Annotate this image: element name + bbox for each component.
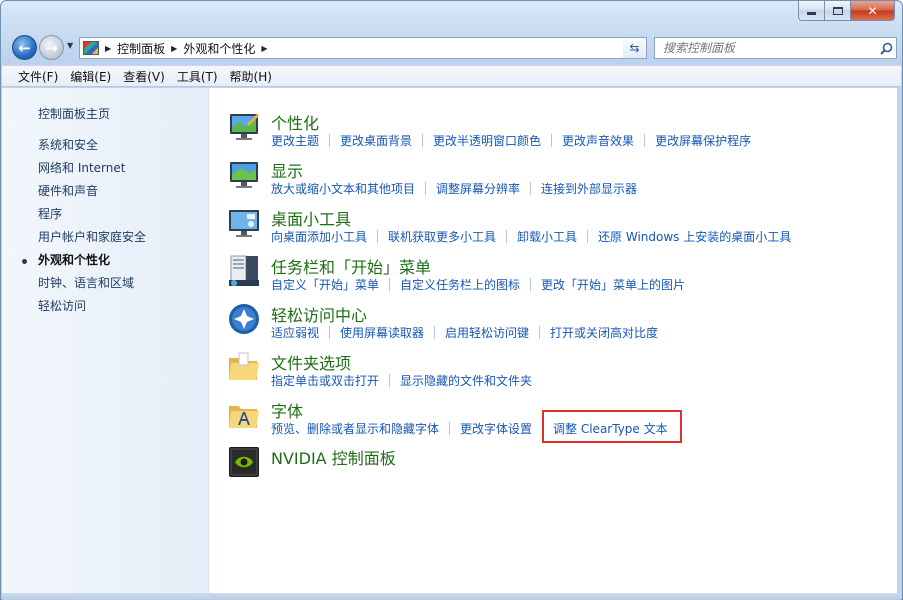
link-text-size[interactable]: 放大或缩小文本和其他项目 [271,180,415,197]
breadcrumb-arrow-icon[interactable]: ▶ [105,44,111,53]
folder-icon[interactable] [227,350,261,384]
search-box [654,37,897,59]
minimize-icon [807,12,816,15]
menu-file[interactable]: 文件(F) [12,68,64,85]
link-font-settings[interactable]: 更改字体设置 [460,420,532,437]
menu-edit[interactable]: 编辑(E) [64,68,117,85]
menu-tools[interactable]: 工具(T) [171,68,224,85]
category-links: 向桌面添加小工具 联机获取更多小工具 卸载小工具 还原 Windows 上安装的… [271,228,791,245]
category-title[interactable]: 任务栏和「开始」菜单 [271,254,431,278]
back-arrow-icon: ← [18,38,31,57]
main-content: 个性化 更改主题 更改桌面背景 更改半透明窗口颜色 更改声音效果 更改屏幕保护程… [209,88,897,593]
refresh-icon: ⇆ [629,41,640,55]
sidebar-item-hardware-sound[interactable]: 硬件和声音 [38,183,146,206]
link-change-theme[interactable]: 更改主题 [271,132,319,149]
maximize-icon [832,6,843,15]
sidebar-item-programs[interactable]: 程序 [38,206,146,229]
taskbar-icon[interactable] [227,254,261,288]
display-icon[interactable] [227,158,261,192]
maximize-button[interactable] [825,1,851,21]
gadgets-icon[interactable] [227,206,261,240]
link-low-vision[interactable]: 适应弱视 [271,324,319,341]
link-screensaver[interactable]: 更改屏幕保护程序 [655,132,751,149]
menu-view[interactable]: 查看(V) [117,68,171,85]
link-resolution[interactable]: 调整屏幕分辨率 [436,180,520,197]
category-title[interactable]: 桌面小工具 [271,206,351,230]
category-links: 指定单击或双击打开 显示隐藏的文件和文件夹 [271,372,532,389]
close-button[interactable]: ✕ [851,1,895,21]
refresh-button[interactable]: ⇆ [623,37,647,59]
nvidia-icon[interactable] [227,445,261,479]
forward-arrow-icon: → [45,38,58,57]
cleartype-highlight-box [542,410,682,443]
breadcrumb-arrow-icon[interactable]: ▶ [261,44,267,53]
menu-bar: 文件(F) 编辑(E) 查看(V) 工具(T) 帮助(H) [2,65,901,87]
search-icon[interactable] [876,42,896,55]
category-links: 自定义「开始」菜单 自定义任务栏上的图标 更改「开始」菜单上的图片 [271,276,685,293]
forward-button[interactable]: → [39,35,64,60]
back-button[interactable]: ← [12,35,37,60]
link-taskbar-icons[interactable]: 自定义任务栏上的图标 [400,276,520,293]
breadcrumb-appearance[interactable]: 外观和个性化 [183,40,255,57]
link-sound-effects[interactable]: 更改声音效果 [562,132,634,149]
link-restore-gadgets[interactable]: 还原 Windows 上安装的桌面小工具 [598,228,791,245]
sidebar-item-label: 外观和个性化 [38,253,111,267]
category-title[interactable]: 个性化 [271,110,319,134]
explorer-window: ✕ ← → ▼ ▶ 控制面板 ▶ 外观和个性化 ▶ ▼ ⇆ 文件(F) 编辑(E… [0,0,903,600]
sidebar-item-system-security[interactable]: 系统和安全 [38,137,146,160]
sidebar: 控制面板主页 系统和安全 网络和 Internet 硬件和声音 程序 用户帐户和… [2,88,209,593]
link-get-gadgets-online[interactable]: 联机获取更多小工具 [388,228,496,245]
search-input[interactable] [655,41,876,55]
active-bullet-icon [22,259,27,264]
link-window-color[interactable]: 更改半透明窗口颜色 [433,132,541,149]
category-title[interactable]: 显示 [271,158,303,182]
link-customize-start[interactable]: 自定义「开始」菜单 [271,276,379,293]
address-bar[interactable]: ▶ 控制面板 ▶ 外观和个性化 ▶ ▼ [79,37,647,59]
window-bottom-border [2,593,901,600]
control-panel-icon [83,41,99,55]
link-start-picture[interactable]: 更改「开始」菜单上的图片 [541,276,685,293]
link-preview-fonts[interactable]: 预览、删除或者显示和隐藏字体 [271,420,439,437]
breadcrumb-control-panel[interactable]: 控制面板 [117,40,165,57]
sidebar-control-panel-home[interactable]: 控制面板主页 [38,105,110,122]
sidebar-item-user-accounts[interactable]: 用户帐户和家庭安全 [38,229,146,252]
fonts-icon[interactable] [227,398,261,432]
link-access-keys[interactable]: 启用轻松访问键 [445,324,529,341]
minimize-button[interactable] [798,1,825,21]
link-change-background[interactable]: 更改桌面背景 [340,132,412,149]
personalization-icon[interactable] [227,110,261,144]
link-show-hidden-files[interactable]: 显示隐藏的文件和文件夹 [400,372,532,389]
sidebar-item-ease-of-access[interactable]: 轻松访问 [38,298,146,321]
ease-of-access-icon[interactable] [227,302,261,336]
category-title[interactable]: 文件夹选项 [271,350,351,374]
sidebar-item-appearance[interactable]: 外观和个性化 [22,252,146,275]
link-screen-reader[interactable]: 使用屏幕读取器 [340,324,424,341]
breadcrumb-arrow-icon[interactable]: ▶ [171,44,177,53]
sidebar-item-network[interactable]: 网络和 Internet [38,160,146,183]
category-title[interactable]: 轻松访问中心 [271,302,367,326]
link-high-contrast[interactable]: 打开或关闭高对比度 [550,324,658,341]
link-click-to-open[interactable]: 指定单击或双击打开 [271,372,379,389]
history-dropdown-icon[interactable]: ▼ [67,41,73,50]
menu-help[interactable]: 帮助(H) [224,68,278,85]
caption-buttons: ✕ [798,1,895,21]
category-links: 适应弱视 使用屏幕读取器 启用轻松访问键 打开或关闭高对比度 [271,324,658,341]
category-links: 更改主题 更改桌面背景 更改半透明窗口颜色 更改声音效果 更改屏幕保护程序 [271,132,751,149]
category-title[interactable]: NVIDIA 控制面板 [271,445,396,469]
link-external-display[interactable]: 连接到外部显示器 [541,180,637,197]
link-add-gadgets[interactable]: 向桌面添加小工具 [271,228,367,245]
link-uninstall-gadget[interactable]: 卸载小工具 [517,228,577,245]
navigation-bar: ← → ▼ ▶ 控制面板 ▶ 外观和个性化 ▶ ▼ ⇆ [9,32,897,62]
category-links: 放大或缩小文本和其他项目 调整屏幕分辨率 连接到外部显示器 [271,180,637,197]
category-title[interactable]: 字体 [271,398,303,422]
close-icon: ✕ [867,3,878,18]
sidebar-list: 系统和安全 网络和 Internet 硬件和声音 程序 用户帐户和家庭安全 外观… [22,137,146,321]
sidebar-item-clock-language[interactable]: 时钟、语言和区域 [38,275,146,298]
